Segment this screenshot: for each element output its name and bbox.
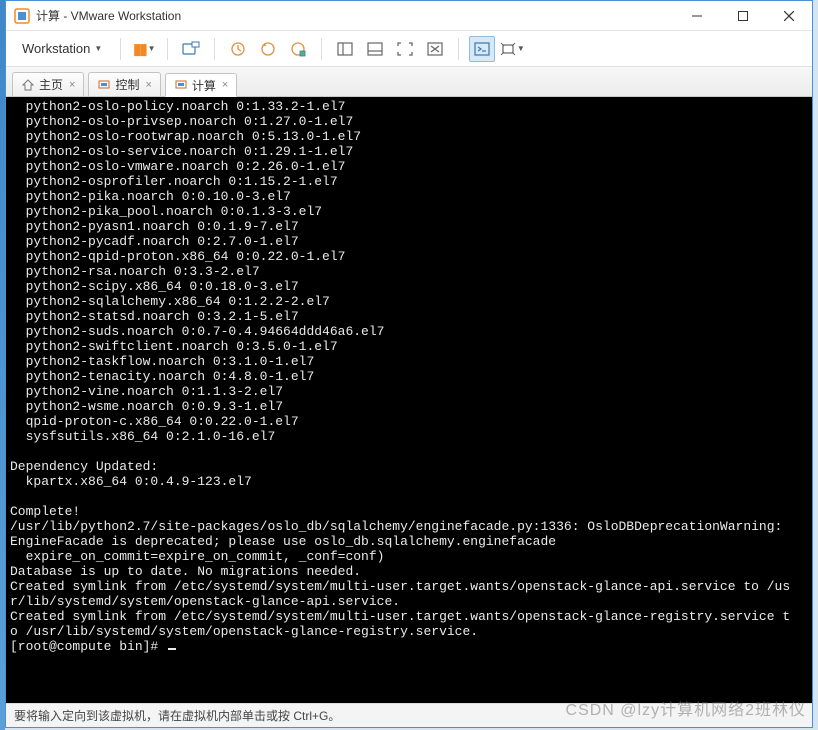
unity-button[interactable]	[422, 36, 448, 62]
view-single-button[interactable]	[332, 36, 358, 62]
close-icon[interactable]: ×	[69, 79, 75, 91]
snapshot-manager-button[interactable]	[285, 36, 311, 62]
separator	[167, 38, 168, 60]
cursor	[168, 648, 176, 650]
snapshot-take-button[interactable]	[225, 36, 251, 62]
snapshot-icon	[182, 41, 200, 57]
chevron-down-icon: ▼	[94, 44, 102, 53]
shell-prompt: [root@compute bin]#	[10, 639, 166, 654]
close-icon[interactable]: ×	[145, 79, 151, 91]
close-button[interactable]	[766, 1, 812, 31]
pause-button[interactable]: ▮▮▼	[131, 36, 157, 62]
unity-icon	[427, 42, 443, 56]
clock-manage-icon	[290, 41, 306, 57]
tabbar: 主页 × 控制 × 计算 ×	[6, 67, 812, 97]
view-thumbnail-button[interactable]	[362, 36, 388, 62]
separator	[214, 38, 215, 60]
console-icon	[474, 42, 490, 56]
separator	[120, 38, 121, 60]
vm-icon	[97, 78, 111, 92]
stretch-button[interactable]: ▼	[499, 36, 525, 62]
workstation-menu-label: Workstation	[22, 41, 90, 56]
toolbar: Workstation ▼ ▮▮▼ ▼	[6, 31, 812, 67]
minimize-button[interactable]	[674, 1, 720, 31]
tab-control[interactable]: 控制 ×	[88, 72, 160, 96]
clock-icon	[230, 41, 246, 57]
snapshot-revert-button[interactable]	[255, 36, 281, 62]
vm-console[interactable]: python2-oslo-policy.noarch 0:1.33.2-1.el…	[6, 97, 812, 703]
separator	[458, 38, 459, 60]
stretch-icon	[500, 42, 516, 56]
fullscreen-icon	[397, 42, 413, 56]
maximize-button[interactable]	[720, 1, 766, 31]
fullscreen-button[interactable]	[392, 36, 418, 62]
chevron-down-icon: ▼	[148, 44, 156, 53]
pause-icon: ▮▮	[133, 40, 146, 58]
titlebar: 计算 - VMware Workstation	[6, 1, 812, 31]
tab-label: 计算	[192, 77, 216, 94]
home-icon	[21, 78, 35, 92]
layout-thumb-icon	[367, 42, 383, 56]
window-title: 计算 - VMware Workstation	[36, 7, 674, 24]
tab-label: 主页	[39, 76, 63, 93]
close-icon[interactable]: ×	[222, 79, 228, 91]
layout-single-icon	[337, 42, 353, 56]
tab-compute[interactable]: 计算 ×	[165, 73, 237, 97]
vm-icon	[174, 78, 188, 92]
console-view-button[interactable]	[469, 36, 495, 62]
tab-home[interactable]: 主页 ×	[12, 72, 84, 96]
snapshot-button[interactable]	[178, 36, 204, 62]
chevron-down-icon: ▼	[517, 44, 525, 53]
separator	[321, 38, 322, 60]
terminal-output: python2-oslo-policy.noarch 0:1.33.2-1.el…	[10, 99, 790, 639]
statusbar: 要将输入定向到该虚拟机，请在虚拟机内部单击或按 Ctrl+G。	[6, 703, 812, 727]
statusbar-hint: 要将输入定向到该虚拟机，请在虚拟机内部单击或按 Ctrl+G。	[14, 707, 340, 724]
tab-label: 控制	[115, 76, 139, 93]
workstation-menu[interactable]: Workstation ▼	[14, 37, 110, 60]
clock-back-icon	[260, 41, 276, 57]
vmware-app-icon	[14, 8, 30, 24]
app-window: 计算 - VMware Workstation Workstation ▼ ▮▮…	[5, 0, 813, 728]
